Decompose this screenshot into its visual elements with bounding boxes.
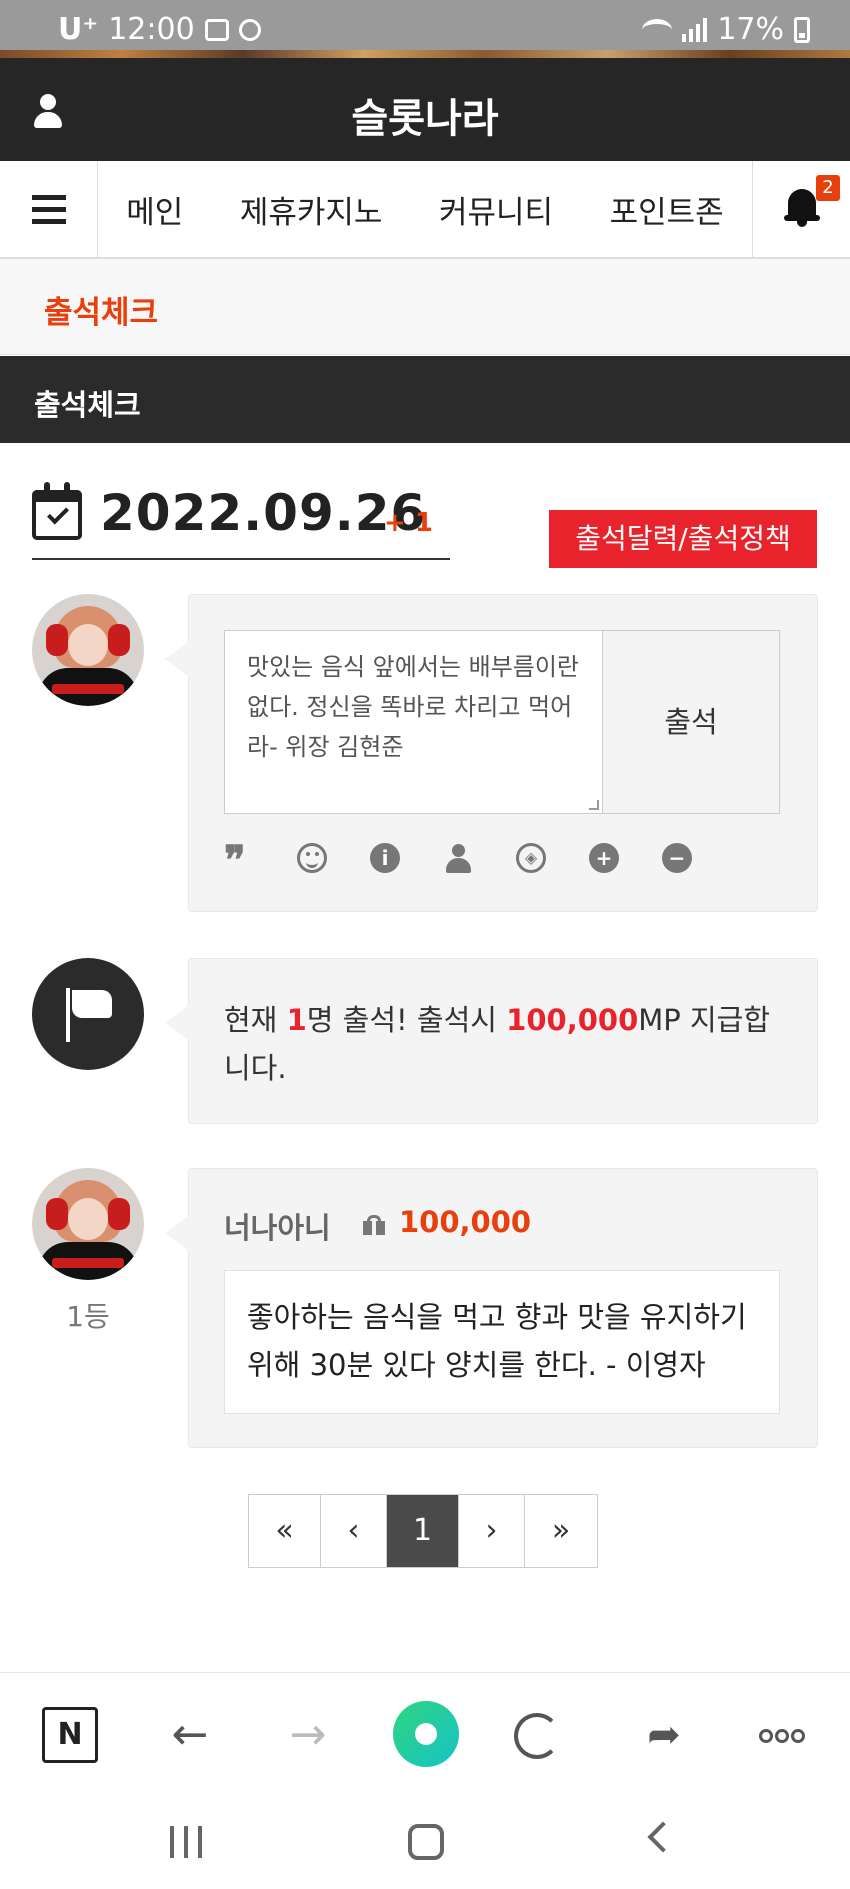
page-current[interactable]: 1	[387, 1495, 459, 1567]
notice-points: 100,000	[506, 1003, 639, 1037]
plus-icon[interactable]: +	[589, 843, 621, 875]
share-icon[interactable]: ➦	[636, 1707, 692, 1763]
forward-arrow-icon[interactable]: →	[280, 1707, 336, 1763]
entry-points: 100,000	[399, 1205, 532, 1239]
notice-middle: 명 출석! 출석시	[306, 1003, 507, 1037]
calendar-check-icon	[32, 482, 82, 540]
compose-box: 맛있는 음식 앞에서는 배부름이란 없다. 정신을 똑바로 차리고 먹어라- 위…	[224, 630, 780, 814]
alarm-icon	[238, 18, 261, 41]
entry-rank: 1등	[66, 1300, 110, 1333]
compose-card: 맛있는 음식 앞에서는 배부름이란 없다. 정신을 똑바로 차리고 먹어라- 위…	[165, 594, 818, 912]
nav-items: 메인 제휴카지노 커뮤니티 포인트존	[98, 161, 752, 257]
status-right: 17%	[642, 12, 810, 47]
site-title[interactable]: 슬롯나라	[0, 86, 850, 144]
notification-button[interactable]: 2	[752, 161, 850, 257]
banner-strip	[0, 50, 850, 58]
compose-tools: ❞ i ◈ + −	[224, 841, 694, 881]
date-delta: + 1	[384, 508, 433, 538]
recent-apps-icon[interactable]	[170, 1826, 204, 1858]
back-icon[interactable]	[647, 1821, 679, 1853]
hamburger-menu-icon[interactable]	[0, 161, 98, 257]
back-arrow-icon[interactable]: ←	[162, 1707, 218, 1763]
bell-icon	[784, 187, 820, 227]
system-nav-bar	[0, 1798, 850, 1889]
wifi-icon	[642, 18, 673, 41]
compass-icon[interactable]: ◈	[516, 843, 548, 875]
gift-icon	[363, 1215, 385, 1235]
date-row: 2022.09.26 + 1	[32, 482, 450, 560]
flag-icon	[32, 958, 144, 1070]
naver-n-icon[interactable]: N	[42, 1707, 98, 1763]
more-icon[interactable]	[752, 1707, 812, 1763]
notice-card: 현재 1명 출석! 출석시 100,000MP 지급합니다.	[165, 958, 818, 1124]
refresh-icon[interactable]	[514, 1713, 560, 1759]
breadcrumb-label: 출석체크	[44, 295, 159, 331]
entry-username[interactable]: 너나아니	[224, 1205, 331, 1247]
nav-item-community[interactable]: 커뮤니티	[439, 187, 553, 232]
pagination: « ‹ 1 › »	[248, 1494, 598, 1568]
browser-toolbar: N ← → ➦	[0, 1672, 850, 1798]
notification-badge: 2	[816, 175, 840, 201]
attendance-policy-button[interactable]: 출석달력/출석정책	[549, 510, 817, 568]
breadcrumb: 출석체크	[0, 259, 850, 355]
info-icon[interactable]: i	[370, 843, 402, 875]
battery-percent: 17%	[717, 12, 784, 47]
attend-button[interactable]: 출석	[603, 631, 779, 813]
minus-icon[interactable]: −	[662, 843, 694, 875]
section-header: 출석체크	[0, 356, 850, 443]
page-first-button[interactable]: «	[249, 1495, 321, 1567]
status-left: U⁺ 12:00	[58, 12, 261, 47]
nav-item-point-zone[interactable]: 포인트존	[610, 187, 724, 232]
signal-icon	[682, 17, 708, 42]
avatar	[32, 594, 144, 706]
battery-icon	[794, 16, 810, 43]
status-bar: U⁺ 12:00 17%	[0, 0, 850, 58]
attendance-date: 2022.09.26	[100, 484, 427, 542]
entry-message: 좋아하는 음식을 먹고 향과 맛을 유지하기 위해 30분 있다 양치를 한다.…	[224, 1270, 780, 1414]
quote-icon[interactable]: ❞	[224, 841, 256, 881]
smile-icon[interactable]	[297, 843, 329, 875]
page-prev-button[interactable]: ‹	[321, 1495, 387, 1567]
clock: 12:00	[108, 12, 195, 47]
notice-text: 현재 1명 출석! 출석시 100,000MP 지급합니다.	[224, 996, 784, 1092]
nav-item-partner-casino[interactable]: 제휴카지노	[240, 187, 383, 232]
site-header: 슬롯나라	[0, 58, 850, 161]
carrier-label: U⁺	[58, 12, 99, 47]
nav-item-main[interactable]: 메인	[126, 187, 183, 232]
section-title: 출석체크	[34, 388, 141, 422]
page-next-button[interactable]: ›	[459, 1495, 525, 1567]
gallery-icon	[204, 18, 229, 41]
notice-prefix: 현재	[224, 1003, 287, 1037]
home-green-icon[interactable]	[393, 1701, 459, 1767]
page-last-button[interactable]: »	[525, 1495, 597, 1567]
home-icon[interactable]	[408, 1824, 444, 1860]
comment-textarea[interactable]: 맛있는 음식 앞에서는 배부름이란 없다. 정신을 똑바로 차리고 먹어라- 위…	[225, 631, 603, 813]
attendance-entry: 너나아니 100,000 좋아하는 음식을 먹고 향과 맛을 유지하기 위해 3…	[165, 1168, 818, 1448]
attendee-count: 1	[286, 1003, 307, 1037]
entry-avatar	[32, 1168, 144, 1280]
user-icon[interactable]	[443, 843, 475, 875]
main-nav: 메인 제휴카지노 커뮤니티 포인트존 2	[0, 161, 850, 259]
